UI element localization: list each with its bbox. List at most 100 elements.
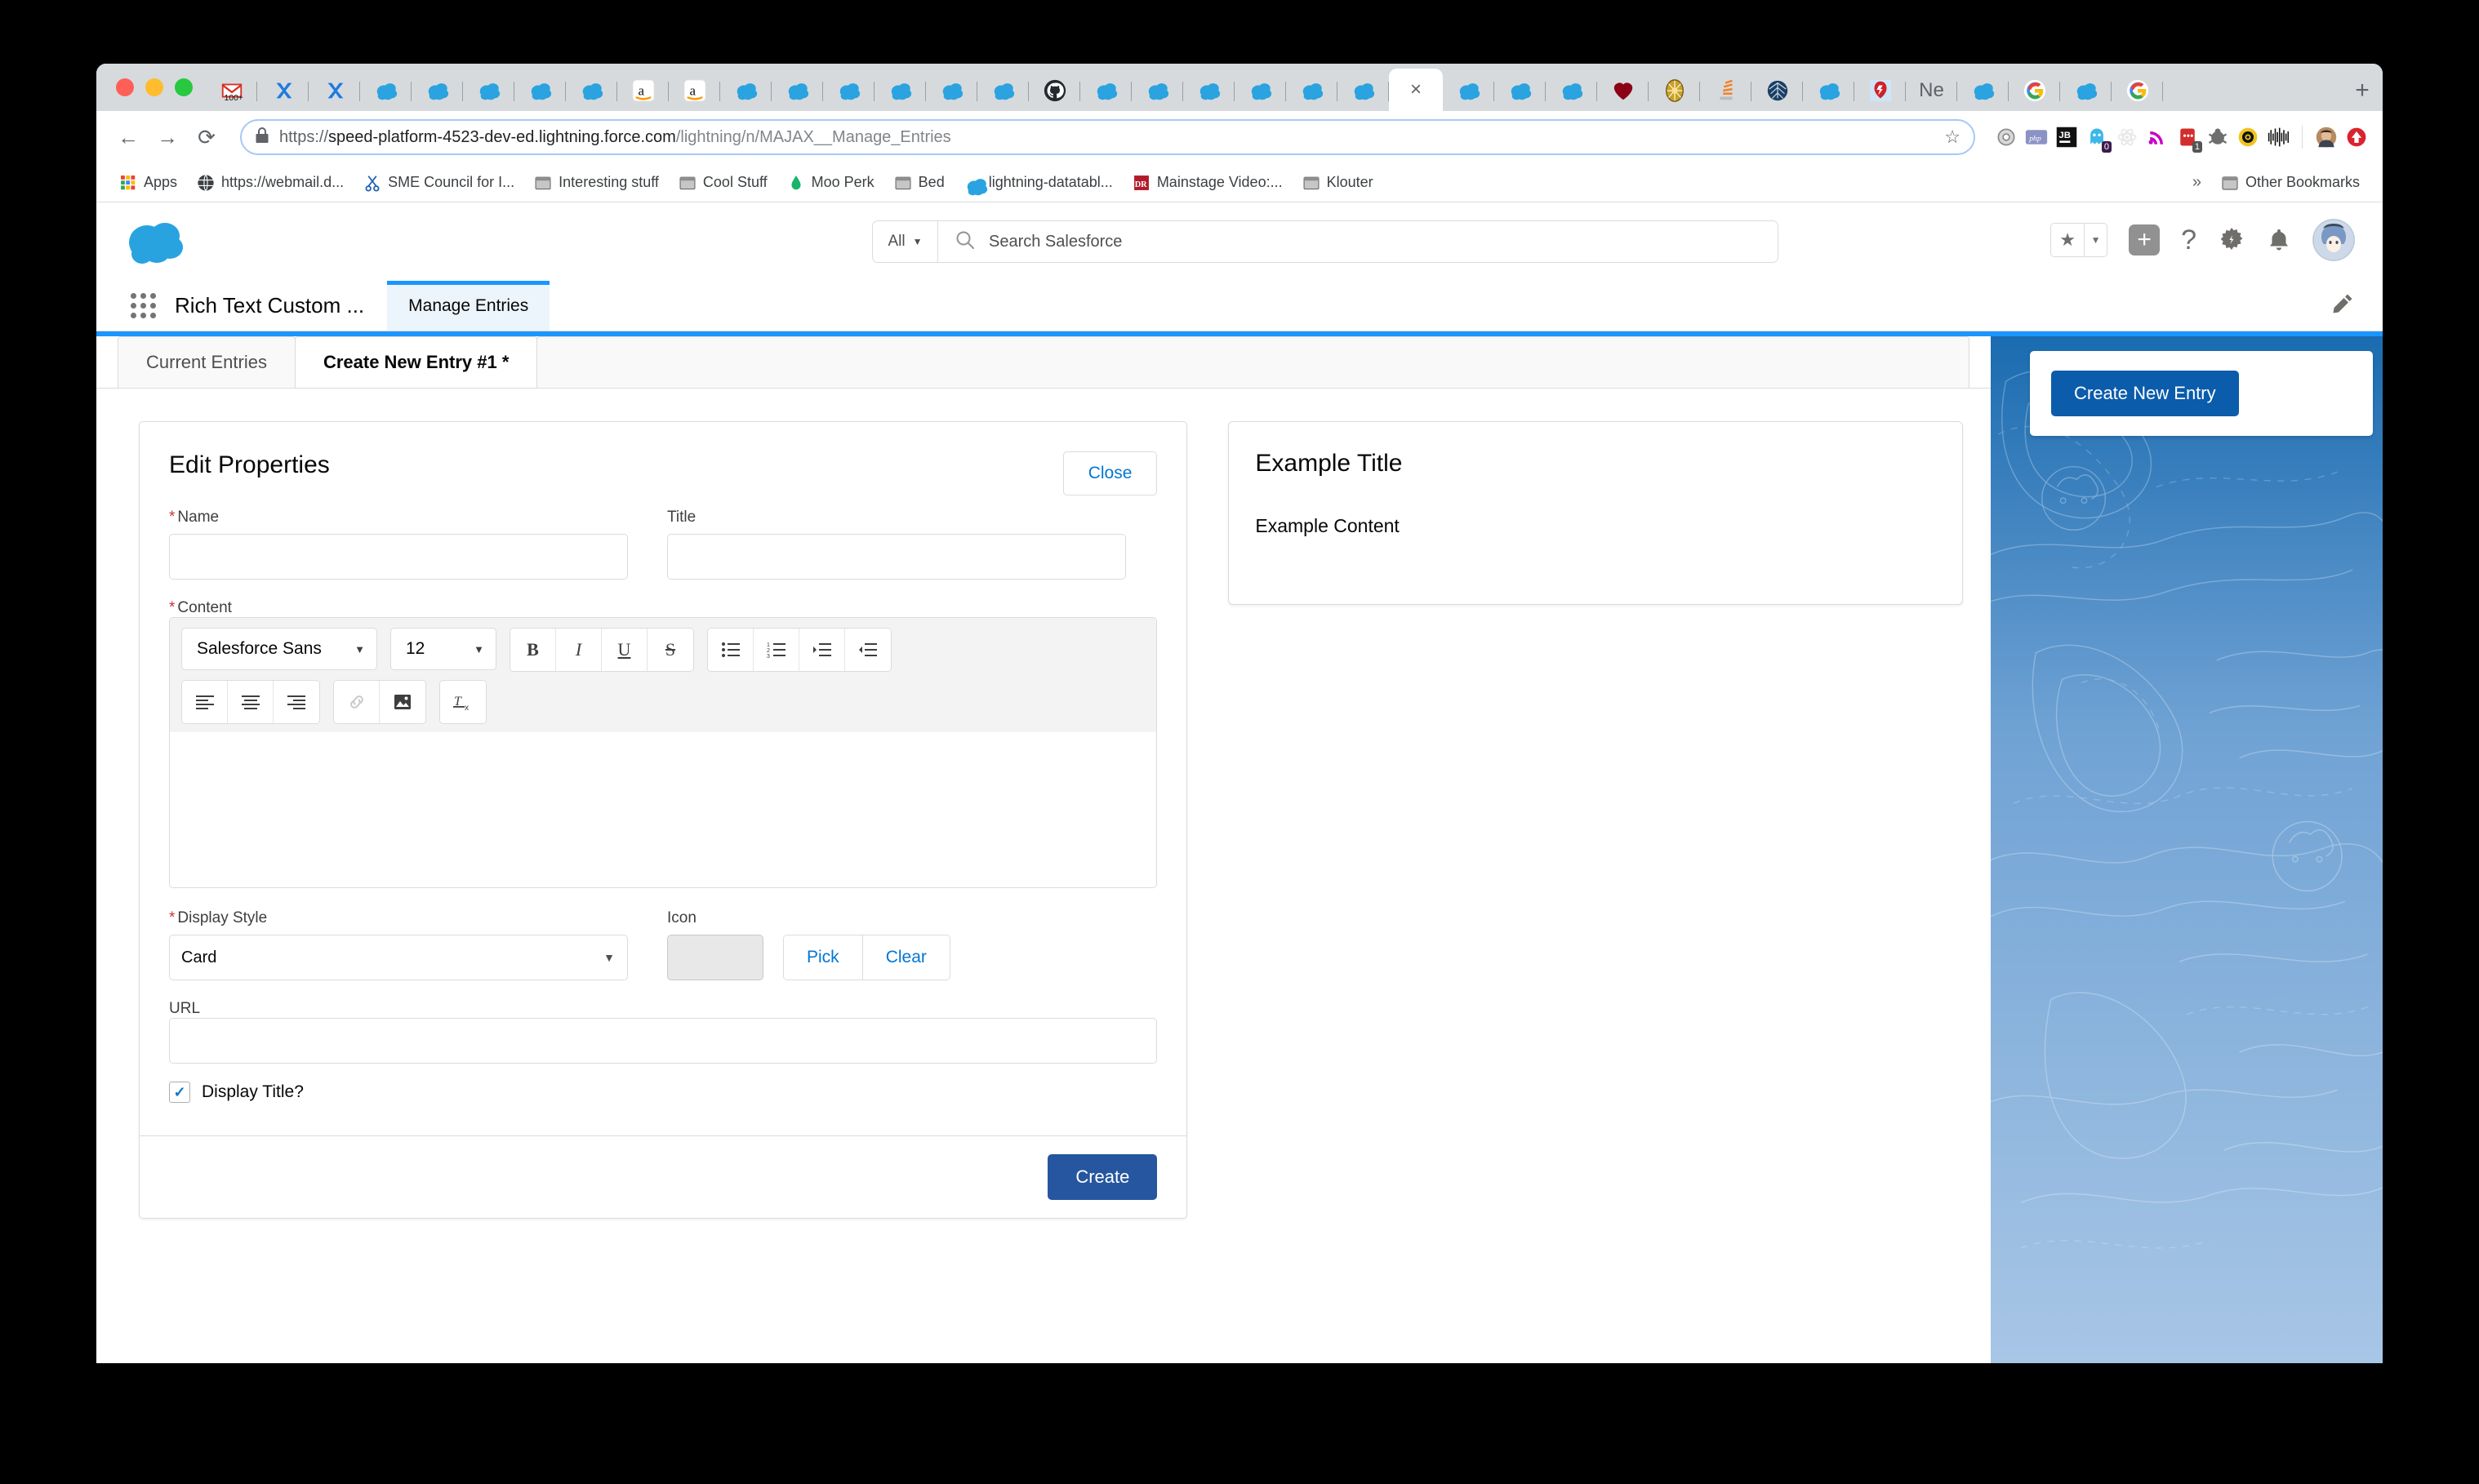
underline-button[interactable]: U (602, 629, 648, 671)
salesforce-tab-1[interactable] (360, 70, 412, 111)
salesforce-tab-6[interactable] (720, 70, 772, 111)
klouter-folder[interactable]: Klouter (1294, 170, 1382, 196)
indent-button[interactable] (799, 629, 845, 671)
notifications-button[interactable] (2267, 227, 2291, 253)
display-title-checkbox-row[interactable]: ✓ Display Title? (169, 1082, 1157, 1103)
php-extension[interactable]: php (2025, 126, 2048, 149)
salesforce-tab-4[interactable] (514, 70, 566, 111)
bed-folder[interactable]: Bed (886, 170, 953, 196)
bold-button[interactable]: B (510, 629, 556, 671)
image-button[interactable] (380, 681, 425, 723)
waveform-extension[interactable] (2267, 126, 2290, 149)
salesforce-tab-23[interactable] (2060, 70, 2112, 111)
salesforce-cloud-logo[interactable] (124, 218, 191, 265)
edit-page-button[interactable] (2330, 281, 2355, 331)
webmail-bookmark[interactable]: https://webmail.d... (189, 170, 352, 196)
balloon-tab[interactable] (1854, 70, 1906, 111)
stackoverflow-tab[interactable] (1700, 70, 1751, 111)
update-extension[interactable] (2345, 126, 2368, 149)
network-tab[interactable] (1751, 70, 1803, 111)
close-window-button[interactable] (116, 78, 134, 96)
maximize-window-button[interactable] (175, 78, 193, 96)
app-launcher-button[interactable] (124, 281, 162, 331)
minimize-window-button[interactable] (145, 78, 163, 96)
salesforce-tab-7[interactable] (772, 70, 823, 111)
align-right-button[interactable] (274, 681, 319, 723)
xero-tab-2[interactable] (309, 70, 360, 111)
amazon-tab-1[interactable]: a (617, 70, 669, 111)
salesforce-tab-11[interactable] (977, 70, 1029, 111)
rich-text-content-area[interactable] (170, 732, 1156, 887)
github-tab[interactable] (1029, 70, 1080, 111)
create-button[interactable]: Create (1048, 1154, 1157, 1200)
favorites-dropdown-button[interactable]: ▼ (2084, 224, 2107, 256)
global-search-box[interactable]: All ▼ Search Salesforce (872, 220, 1778, 263)
search-scope-selector[interactable]: All ▼ (873, 221, 938, 262)
tab-create-new-entry-1[interactable]: Create New Entry #1 * (295, 336, 537, 388)
back-button[interactable]: ← (111, 120, 145, 154)
font-family-select[interactable]: Salesforce Sans ▼ (181, 628, 377, 670)
font-size-select[interactable]: 12 ▼ (390, 628, 496, 670)
apps-bookmark[interactable]: Apps (111, 170, 185, 196)
pick-icon-button[interactable]: Pick (784, 935, 862, 980)
salesforce-tab-20[interactable] (1546, 70, 1597, 111)
salesforce-tab-2[interactable] (412, 70, 463, 111)
salesforce-tab-3[interactable] (463, 70, 514, 111)
bulleted-list-button[interactable] (708, 629, 754, 671)
jetbrains-extension[interactable]: JB (2055, 126, 2078, 149)
amazon-tab-2[interactable]: a (669, 70, 720, 111)
lightning-datatable-bookmark[interactable]: lightning-datatabl... (956, 170, 1121, 196)
close-button[interactable]: Close (1063, 451, 1158, 495)
clear-icon-button[interactable]: Clear (862, 935, 950, 980)
remove-format-button[interactable]: Tx (440, 681, 486, 723)
address-bar[interactable]: https://speed-platform-4523-dev-ed.light… (240, 119, 1975, 155)
forward-button[interactable]: → (150, 120, 185, 154)
salesforce-tab-12[interactable] (1080, 70, 1132, 111)
salesforce-tab-16[interactable] (1286, 70, 1337, 111)
salesforce-tab-18[interactable] (1443, 70, 1494, 111)
setup-button[interactable] (2218, 226, 2245, 254)
salesforce-tab-13[interactable] (1132, 70, 1183, 111)
react-devtools-extension[interactable] (2116, 126, 2139, 149)
bookmarks-overflow-button[interactable]: » (2184, 173, 2210, 192)
align-center-button[interactable] (228, 681, 274, 723)
align-left-button[interactable] (182, 681, 228, 723)
name-input[interactable] (169, 534, 628, 580)
salesforce-tab-17[interactable] (1337, 70, 1389, 111)
cool-stuff-folder[interactable]: Cool Stuff (670, 170, 776, 196)
link-button[interactable] (334, 681, 380, 723)
favorites-button[interactable]: ★ (2051, 224, 2084, 256)
create-new-entry-button[interactable]: Create New Entry (2051, 371, 2239, 416)
tab-current-entries[interactable]: Current Entries (118, 336, 296, 388)
icon-preview-box[interactable] (667, 935, 763, 980)
target-extension[interactable] (2236, 126, 2259, 149)
numbered-list-button[interactable]: 123 (754, 629, 799, 671)
salesforce-tab-5[interactable] (566, 70, 617, 111)
salesforce-tab-22[interactable] (1957, 70, 2009, 111)
gear-extension[interactable] (1995, 126, 2018, 149)
new-tab-button[interactable]: + (2342, 70, 2383, 111)
title-input[interactable] (667, 534, 1126, 580)
salesforce-tab-19[interactable] (1494, 70, 1546, 111)
salesforce-tab-14[interactable] (1183, 70, 1235, 111)
reload-button[interactable]: ⟳ (189, 120, 224, 154)
rss-extension[interactable] (2146, 126, 2169, 149)
salesforce-tab-10[interactable] (926, 70, 977, 111)
italic-button[interactable]: I (556, 629, 602, 671)
outdent-button[interactable] (845, 629, 891, 671)
interesting-stuff-folder[interactable]: Interesting stuff (526, 170, 667, 196)
salesforce-tab-9[interactable] (875, 70, 926, 111)
bug-extension[interactable] (2206, 126, 2229, 149)
xero-tab-1[interactable] (257, 70, 309, 111)
moo-perk-bookmark[interactable]: Moo Perk (779, 170, 883, 196)
google-tab-2[interactable] (2112, 70, 2163, 111)
salesforce-tab-21[interactable] (1803, 70, 1854, 111)
heart-tab[interactable] (1597, 70, 1649, 111)
nav-tab-manage-entries[interactable]: Manage Entries (387, 281, 550, 331)
todoist-extension[interactable]: 1 (2176, 126, 2199, 149)
user-avatar[interactable] (2312, 219, 2355, 261)
help-button[interactable]: ? (2181, 224, 2196, 256)
mandala-tab[interactable] (1649, 70, 1700, 111)
active-tab[interactable]: × (1389, 69, 1443, 111)
other-bookmarks-folder[interactable]: Other Bookmarks (2213, 170, 2368, 196)
